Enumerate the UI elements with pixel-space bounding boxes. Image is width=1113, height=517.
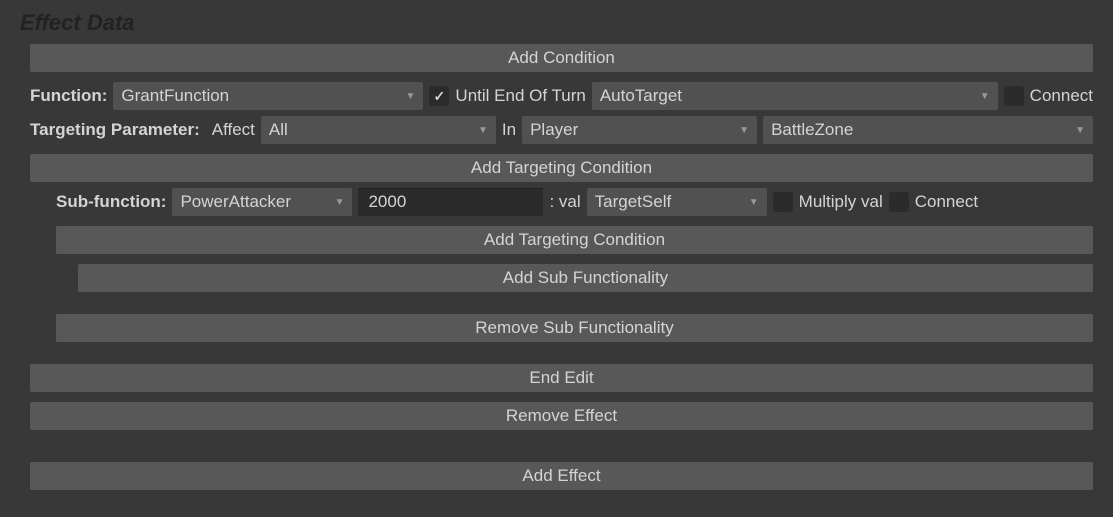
sub-connect-label: Connect [915,192,978,212]
target-mode-select[interactable]: AutoTarget ▼ [592,82,998,110]
add-targeting-condition-button[interactable]: Add Targeting Condition [30,154,1093,182]
multiply-val-checkbox[interactable] [773,192,793,212]
targeting-parameter-label: Targeting Parameter: [30,120,200,140]
add-sub-functionality-button[interactable]: Add Sub Functionality [78,264,1093,292]
targeting-parameter-row: Targeting Parameter: Affect All ▼ In Pla… [30,116,1093,144]
sub-target-select[interactable]: TargetSelf ▼ [587,188,767,216]
chevron-down-icon: ▼ [406,91,416,102]
sub-function-amount-input[interactable] [358,188,543,216]
chevron-down-icon: ▼ [478,125,488,136]
end-edit-button[interactable]: End Edit [30,364,1093,392]
chevron-down-icon: ▼ [980,91,990,102]
until-end-of-turn-label: Until End Of Turn [455,86,585,106]
function-select-value: GrantFunction [121,86,229,106]
add-condition-button[interactable]: Add Condition [30,44,1093,72]
function-row: Function: GrantFunction ▼ Until End Of T… [30,82,1093,110]
sub-function-select[interactable]: PowerAttacker ▼ [172,188,352,216]
sub-function-label: Sub-function: [56,192,166,212]
multiply-val-label: Multiply val [799,192,883,212]
chevron-down-icon: ▼ [739,125,749,136]
until-end-of-turn-checkbox[interactable] [429,86,449,106]
remove-effect-button[interactable]: Remove Effect [30,402,1093,430]
sub-function-value: PowerAttacker [180,192,291,212]
sub-target-value: TargetSelf [595,192,672,212]
affect-select[interactable]: All ▼ [261,116,496,144]
function-select[interactable]: GrantFunction ▼ [113,82,423,110]
connect-label: Connect [1030,86,1093,106]
chevron-down-icon: ▼ [335,197,345,208]
sub-function-row: Sub-function: PowerAttacker ▼ : val Targ… [56,188,1093,216]
affect-label: Affect [212,120,255,140]
chevron-down-icon: ▼ [1075,125,1085,136]
add-effect-button[interactable]: Add Effect [30,462,1093,490]
in-select-value: Player [530,120,578,140]
affect-select-value: All [269,120,288,140]
remove-sub-functionality-button[interactable]: Remove Sub Functionality [56,314,1093,342]
function-label: Function: [30,86,107,106]
val-suffix-label: : val [549,192,580,212]
in-select[interactable]: Player ▼ [522,116,757,144]
chevron-down-icon: ▼ [749,197,759,208]
connect-checkbox[interactable] [1004,86,1024,106]
add-targeting-condition-button-2[interactable]: Add Targeting Condition [56,226,1093,254]
target-mode-value: AutoTarget [600,86,682,106]
page-title: Effect Data [20,10,1093,36]
zone-select[interactable]: BattleZone ▼ [763,116,1093,144]
zone-select-value: BattleZone [771,120,853,140]
in-label: In [502,120,516,140]
sub-connect-checkbox[interactable] [889,192,909,212]
